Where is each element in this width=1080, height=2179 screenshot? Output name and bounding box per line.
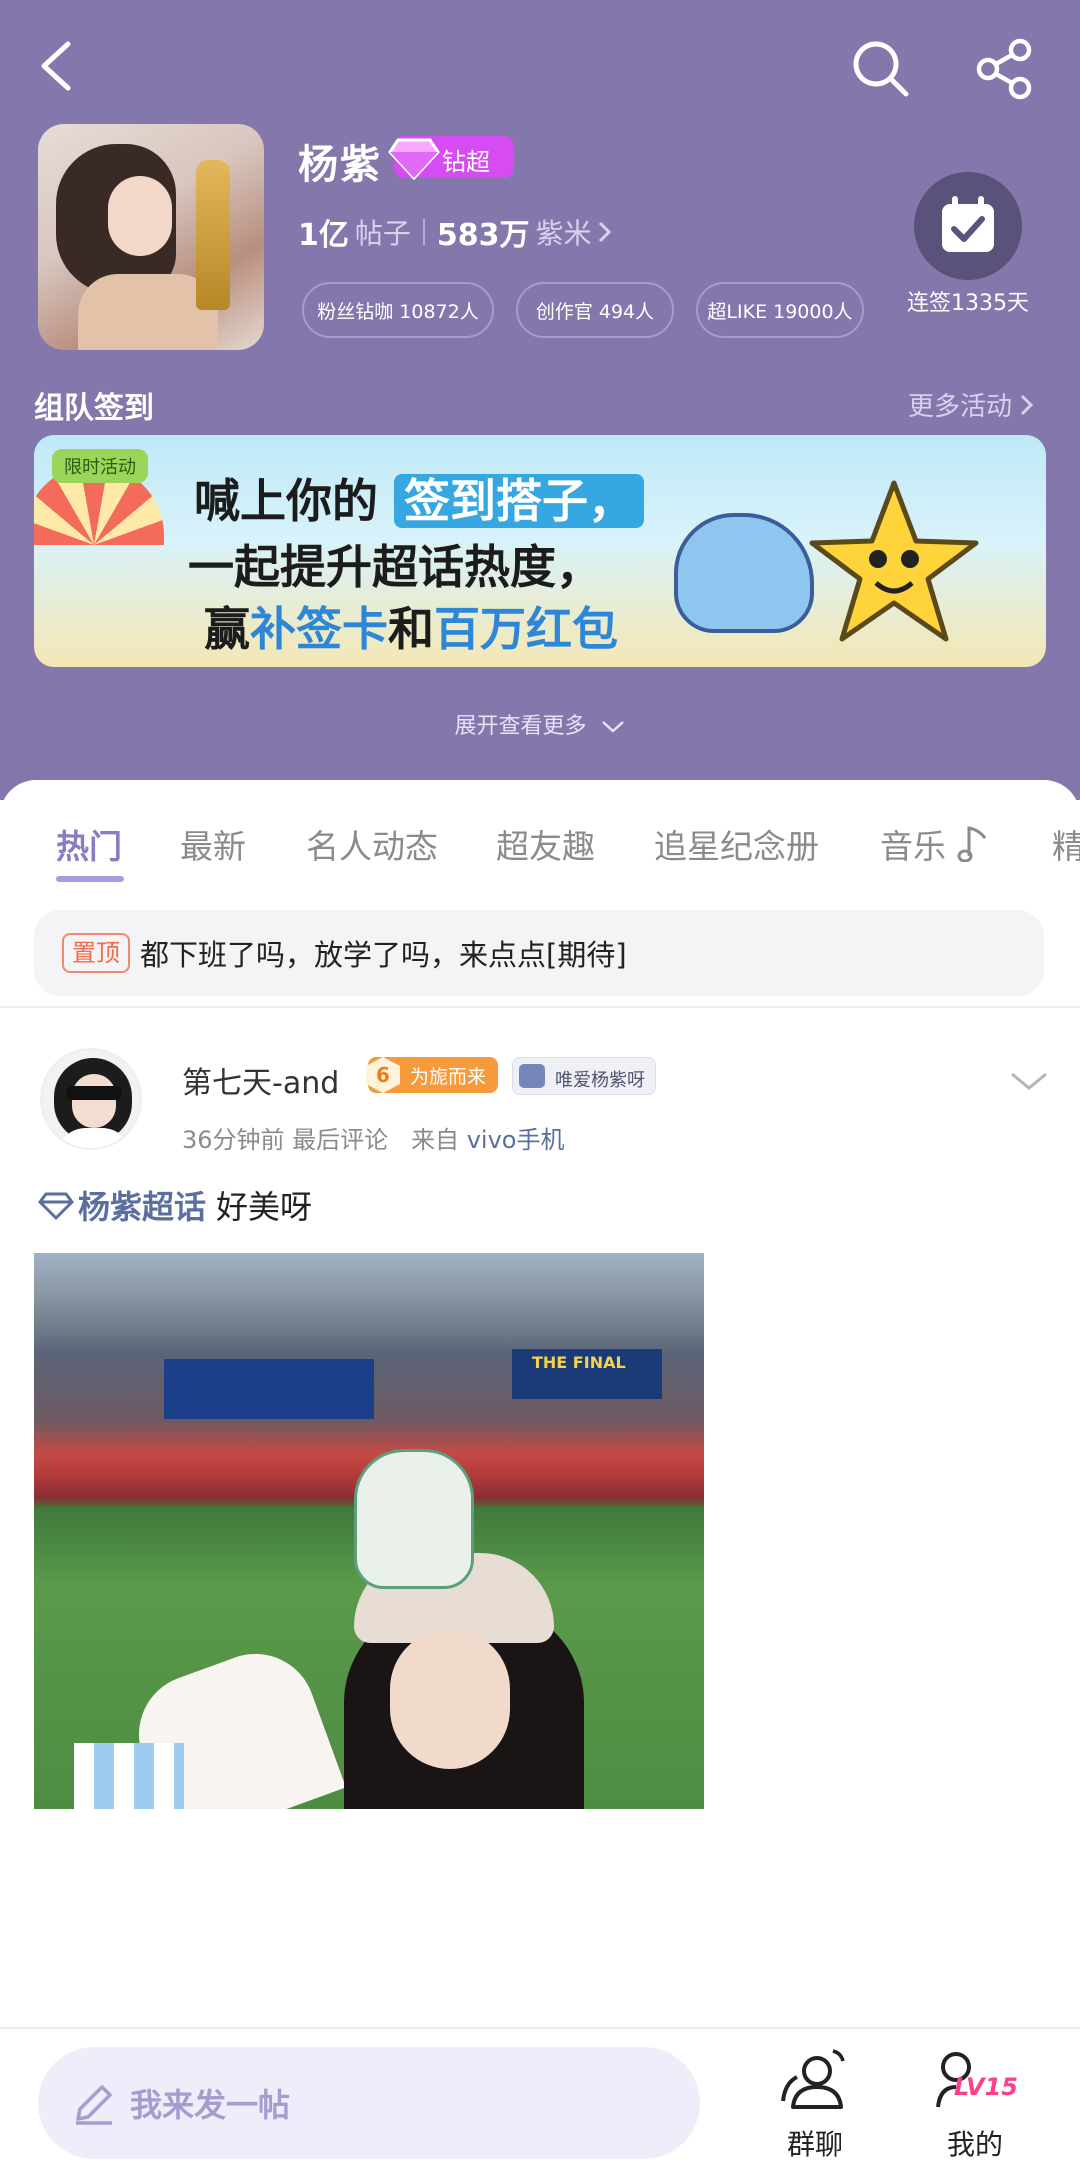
more-activities-label: 更多活动 (908, 392, 1013, 422)
diamond-badge-label: 钻超 (442, 148, 490, 176)
stadium-scoreboard (164, 1359, 374, 1419)
bottom-action-bar: 我来发一帖 群聊 LV15 我的 (0, 2027, 1080, 2179)
back-arrow-icon[interactable] (30, 36, 90, 96)
banner-line-1: 喊上你的 签到搭子， (194, 465, 645, 531)
fan-level-number: 6 (366, 1057, 400, 1093)
check-badge-icon (519, 1064, 545, 1088)
feed-tabs: 热门 最新 名人动态 超友趣 追星纪念册 音乐 精 (0, 820, 1080, 880)
jersey-fan (74, 1743, 184, 1809)
checkin-promo-banner[interactable]: 限时活动 喊上你的 签到搭子， 一起提升超话热度， 赢补签卡和百万红包 (34, 435, 1046, 667)
feed-content: 热门 最新 名人动态 超友趣 追星纪念册 音乐 精 置顶 都下班了吗，放学了吗，… (0, 780, 1080, 2179)
limited-event-tag: 限时活动 (52, 449, 148, 483)
topic-stats: 1亿 帖子 583万 紫米 (298, 212, 614, 253)
banner-line-3-b: 补签卡 (250, 602, 388, 656)
tab-latest[interactable]: 最新 (180, 820, 246, 868)
banner-line-3-a: 赢 (204, 602, 250, 656)
search-icon[interactable] (848, 36, 914, 102)
checkin-badge-label: 唯爱杨紫呀 (555, 1070, 645, 1091)
star-mascot-illustration (809, 480, 979, 642)
fans-label[interactable]: 紫米 (536, 212, 592, 252)
mascot-toy (354, 1449, 474, 1589)
topic-avatar[interactable] (38, 124, 264, 350)
stadium-screen-text: THE FINAL (532, 1353, 626, 1372)
banner-line-3-d: 百万红包 (434, 602, 618, 656)
post-author-avatar[interactable] (40, 1048, 142, 1150)
pinned-tag: 置顶 (62, 933, 130, 973)
banner-line-3-c: 和 (388, 602, 434, 656)
expand-more-link[interactable]: 展开查看更多 (0, 708, 1080, 740)
checkin-streak: 连签1335天 (907, 291, 1029, 316)
checkin-badge[interactable]: 唯爱杨紫呀 (512, 1057, 656, 1095)
chevron-right-icon (1020, 394, 1034, 415)
pinned-text: 都下班了吗，放学了吗，来点点[期待] (140, 938, 627, 972)
group-chat-icon (781, 2049, 845, 2109)
posts-label: 帖子 (354, 217, 411, 250)
fan-badge-label: 为旎而来 (410, 1066, 487, 1088)
pinned-post[interactable]: 置顶 都下班了吗，放学了吗，来点点[期待] (34, 910, 1044, 996)
music-note-icon (957, 826, 986, 863)
tab-celebrity[interactable]: 名人动态 (306, 820, 438, 868)
group-chat-label: 群聊 (786, 2128, 843, 2161)
share-icon[interactable] (972, 36, 1038, 102)
chevron-down-icon[interactable] (1006, 1066, 1052, 1096)
chip-creator[interactable]: 创作官 494人 (516, 282, 674, 338)
chip-super-like[interactable]: 超LIKE 19000人 (696, 282, 864, 338)
post-source[interactable]: vivo手机 (467, 1126, 565, 1154)
post-photo[interactable]: THE FINAL (34, 1253, 704, 1809)
chevron-down-icon (601, 721, 624, 733)
fan-level-badge[interactable]: 6 为旎而来 (366, 1057, 498, 1093)
tab-fun[interactable]: 超友趣 (496, 820, 595, 868)
diamond-super-badge[interactable]: 钻超 (388, 136, 514, 181)
pen-icon (76, 2085, 112, 2125)
super-topic-header: 杨紫 钻超 1亿 帖子 583万 紫米 粉丝钻咖 10872人 创作官 494人… (0, 0, 1080, 800)
expand-more-label: 展开查看更多 (454, 714, 587, 739)
topic-name: 杨紫 (298, 142, 382, 188)
profile-level-icon: LV15 (936, 2052, 1018, 2108)
mine-label: 我的 (946, 2128, 1003, 2161)
banner-line-3: 赢补签卡和百万红包 (204, 593, 618, 659)
elephant-mascot-illustration (674, 513, 814, 633)
tab-featured[interactable]: 精 (1052, 820, 1080, 868)
banner-line-1-highlight: 签到搭子， (394, 474, 645, 528)
woman-face (390, 1629, 510, 1769)
tab-hot[interactable]: 热门 (56, 820, 122, 868)
more-activities-link[interactable]: 更多活动 (908, 386, 1036, 423)
team-checkin-title: 组队签到 (34, 391, 154, 426)
posts-count: 1亿 (298, 218, 349, 253)
divider (0, 1006, 1080, 1008)
topic-link[interactable]: 杨紫超话 (78, 1182, 206, 1228)
tab-music-label: 音乐 (880, 827, 946, 866)
calendar-check-icon (942, 196, 994, 252)
tab-music[interactable]: 音乐 (880, 820, 989, 868)
level-text: LV15 (954, 2073, 1018, 2101)
fans-count: 583万 (436, 218, 530, 253)
chevron-right-icon[interactable] (596, 218, 614, 246)
compose-placeholder: 我来发一帖 (130, 2086, 291, 2124)
post-author-name[interactable]: 第七天-and (182, 1058, 339, 1102)
diamond-outline-icon (38, 1192, 74, 1220)
tab-album[interactable]: 追星纪念册 (654, 820, 819, 868)
post-text: 好美呀 (216, 1188, 313, 1226)
banner-line-1-prefix: 喊上你的 (194, 474, 378, 528)
tab-active-indicator (56, 876, 124, 882)
checkin-button[interactable] (914, 172, 1022, 280)
diamond-icon (388, 138, 440, 181)
post-source-prefix: 来自 (411, 1126, 460, 1154)
mine-button[interactable]: LV15 我的 (920, 2043, 1030, 2163)
post-time: 36分钟前 最后评论 (182, 1126, 389, 1154)
post-meta: 36分钟前 最后评论 来自 vivo手机 (182, 1120, 564, 1155)
group-chat-button[interactable]: 群聊 (770, 2043, 860, 2163)
compose-post-button[interactable]: 我来发一帖 (38, 2047, 700, 2159)
post-body: 杨紫超话 好美呀 (38, 1182, 312, 1228)
chip-fan-diamond[interactable]: 粉丝钻咖 10872人 (302, 282, 494, 338)
banner-line-2: 一起提升超话热度， (188, 540, 602, 594)
